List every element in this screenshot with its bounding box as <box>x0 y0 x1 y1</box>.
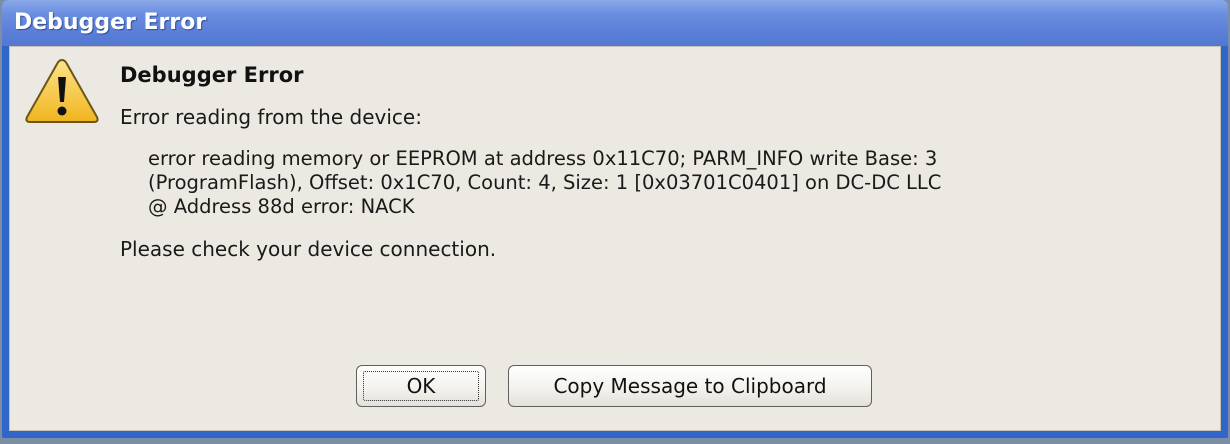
copy-button-label: Copy Message to Clipboard <box>553 374 827 398</box>
error-intro: Error reading from the device: <box>120 105 422 129</box>
ok-button[interactable]: OK <box>356 365 486 407</box>
dialog-window: Debugger Error Debugger Error Error read… <box>2 0 1228 438</box>
error-detail: error reading memory or EEPROM at addres… <box>148 147 1158 219</box>
error-detail-line: @ Address 88d error: NACK <box>148 195 415 218</box>
error-detail-line: error reading memory or EEPROM at addres… <box>148 147 938 170</box>
focus-ring <box>363 371 479 401</box>
connection-prompt: Please check your device connection. <box>120 237 497 261</box>
error-detail-line: (ProgramFlash), Offset: 0x1C70, Count: 4… <box>148 171 942 194</box>
warning-icon <box>25 58 99 123</box>
title-bar[interactable]: Debugger Error <box>2 0 1228 46</box>
dialog-heading: Debugger Error <box>120 63 304 87</box>
dialog-body: Debugger Error Error reading from the de… <box>9 46 1221 431</box>
window-title: Debugger Error <box>14 10 207 35</box>
copy-to-clipboard-button[interactable]: Copy Message to Clipboard <box>508 365 872 407</box>
